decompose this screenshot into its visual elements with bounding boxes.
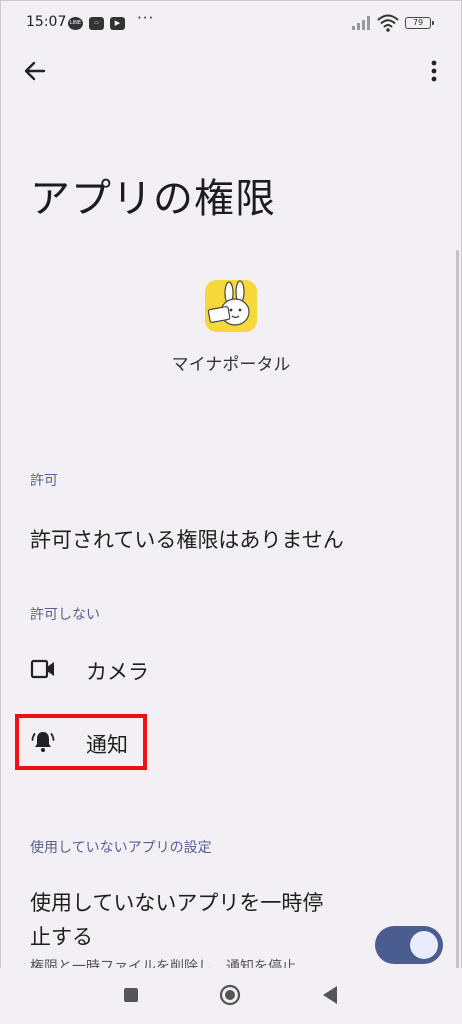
status-bar: 15:07 LINE ▭ ▶ ··· 79 xyxy=(0,0,462,46)
page-title: アプリの権限 xyxy=(30,176,276,222)
youtube-icon: ▶ xyxy=(110,17,125,30)
scrollbar[interactable] xyxy=(456,250,459,970)
pause-app-activity-label[interactable]: 使用していないアプリを一時停 止する xyxy=(30,886,323,954)
no-permissions-text: 許可されている権限はありません xyxy=(30,528,344,552)
camera-icon xyxy=(30,659,54,679)
home-button[interactable] xyxy=(219,984,241,1006)
status-time: 15:07 xyxy=(26,14,67,30)
allowed-heading: 許可 xyxy=(30,473,58,489)
camera-label: カメラ xyxy=(86,660,149,684)
pause-label-line1: 使用していないアプリを一時停 xyxy=(30,891,324,915)
wifi-icon xyxy=(377,14,399,32)
highlight-box xyxy=(15,714,147,770)
line-icon: LINE xyxy=(68,17,83,30)
not-allowed-heading: 許可しない xyxy=(30,607,100,623)
signal-icon xyxy=(352,16,370,30)
chat-icon: ▭ xyxy=(89,17,104,30)
pause-label-line2: 止する xyxy=(30,925,93,949)
mynaportal-app-icon xyxy=(205,280,257,332)
app-name: マイナポータル xyxy=(171,355,291,375)
navigation-bar xyxy=(0,968,462,1024)
battery-icon: 79 xyxy=(405,17,434,29)
pause-app-toggle[interactable] xyxy=(375,926,443,964)
arrow-back-icon[interactable] xyxy=(22,58,48,84)
nav-back-button[interactable] xyxy=(320,984,340,1006)
more-vertical-icon[interactable] xyxy=(424,58,444,84)
screenshot-border xyxy=(0,0,462,1024)
recent-apps-button[interactable] xyxy=(124,988,138,1002)
more-notifications-icon: ··· xyxy=(137,9,155,27)
unused-apps-heading: 使用していないアプリの設定 xyxy=(30,840,212,856)
toggle-knob xyxy=(410,931,438,959)
